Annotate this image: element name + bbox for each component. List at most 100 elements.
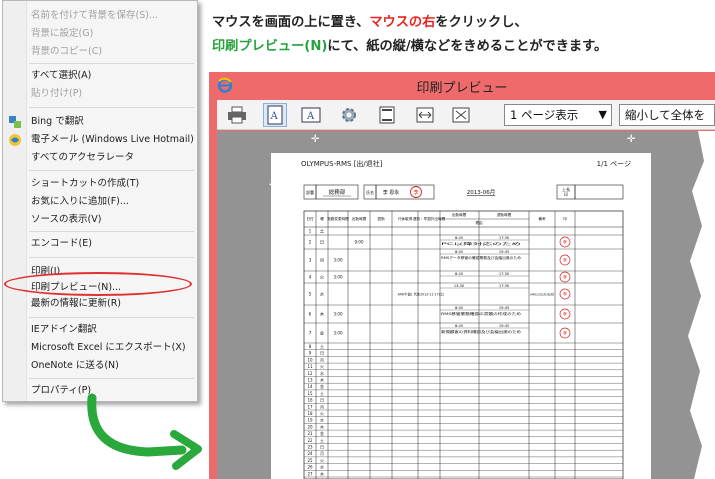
row-weekday: 土 bbox=[320, 437, 324, 443]
menu-separator bbox=[29, 170, 194, 171]
row-weekday: 木 bbox=[320, 423, 324, 429]
menu-item-ie-addon-translate[interactable]: IEアドイン翻訳 bbox=[31, 321, 97, 339]
menu-item-refresh[interactable]: 最新の情報に更新(R) bbox=[31, 295, 121, 313]
view-mode-select[interactable]: 1 ページ表示 ▼ bbox=[504, 104, 612, 126]
menu-item-send-onenote[interactable]: OneNote に送る(N) bbox=[31, 357, 119, 375]
instruction-line-1: マウスを画面の上に置き、マウスの右をクリックし、 bbox=[212, 14, 528, 32]
row-note: AM半休 2013年11月17日の代休 bbox=[530, 292, 554, 297]
preview-area: ✛ ✛ ✛ OLYMPUS-RMS [出/退社] 1/1 ページ 部署総務部氏名… bbox=[217, 131, 715, 479]
menu-separator bbox=[29, 317, 194, 318]
menu-item-encoding[interactable]: エンコード(E) bbox=[31, 235, 92, 253]
menu-item-email[interactable]: 電子メール (Windows Live Hotmail) bbox=[31, 131, 194, 149]
name-label: 氏名 bbox=[366, 189, 374, 195]
seal-text: 李 bbox=[563, 291, 568, 297]
table-header-cell: 印 bbox=[563, 216, 567, 221]
row-date: 6 bbox=[309, 312, 312, 317]
row-weekday: 火 bbox=[320, 458, 324, 463]
table-header-cell: 代休取得 bbox=[398, 216, 413, 221]
margin-handle-right[interactable]: ✛ bbox=[627, 134, 636, 145]
row-reason: 新規顧客の資料確認及び会議出席のため bbox=[441, 329, 522, 334]
full-width-icon bbox=[416, 107, 434, 123]
row-weekday: 日 bbox=[320, 240, 324, 246]
table-header-cell: 備考 bbox=[538, 216, 546, 221]
menu-item-save-background[interactable]: 名前を付けて背景を保存(S)... bbox=[31, 7, 158, 25]
row-weekday: 木 bbox=[320, 470, 324, 476]
menu-item-create-shortcut[interactable]: ショートカットの作成(T) bbox=[31, 175, 139, 193]
instruction-highlight-right-click: マウスの右 bbox=[369, 15, 436, 30]
full-page-icon bbox=[452, 107, 470, 123]
full-width-button[interactable] bbox=[413, 103, 437, 127]
row-in-time: 8:45 bbox=[455, 250, 463, 254]
zoom-value: 縮小して全体を bbox=[625, 108, 706, 122]
row-weekday: 水 bbox=[320, 417, 324, 423]
header-footer-button[interactable] bbox=[375, 103, 399, 127]
table-header-cell: 遅刻・早退外出時間 bbox=[413, 216, 446, 221]
row-reason: RMSデータ移管の確認業務及び会議出席のため bbox=[441, 255, 522, 260]
row-date: 12 bbox=[307, 371, 313, 376]
table-header-cell: 勤務変更時間 bbox=[327, 216, 349, 221]
green-curved-arrow-icon bbox=[87, 393, 202, 470]
table-header-cell: 日付 bbox=[306, 216, 314, 221]
menu-item-export-excel[interactable]: Microsoft Excel にエクスポート(X) bbox=[31, 339, 186, 357]
menu-item-all-accelerators[interactable]: すべてのアクセラレータ bbox=[31, 149, 134, 167]
zoom-select[interactable]: 縮小して全体を bbox=[619, 104, 715, 126]
row-weekday: 水 bbox=[320, 464, 324, 470]
full-page-button[interactable] bbox=[449, 103, 473, 127]
row-weekday: 土 bbox=[320, 390, 324, 396]
row-date: 11 bbox=[307, 364, 313, 369]
printer-icon bbox=[228, 106, 246, 124]
row-weekday: 日 bbox=[320, 398, 324, 403]
row-out-time: 19:45 bbox=[499, 306, 509, 310]
margin-handle-left[interactable]: ✛ bbox=[311, 134, 320, 145]
window-titlebar: 印刷プレビュー bbox=[209, 72, 715, 100]
context-menu: 名前を付けて背景を保存(S)... 背景に設定(G) 背景のコピー(C) すべて… bbox=[2, 0, 198, 402]
row-change-time: 3:00 bbox=[334, 275, 343, 280]
row-date: 22 bbox=[307, 438, 313, 443]
row-weekday: 木 bbox=[320, 377, 324, 383]
menu-separator bbox=[29, 378, 194, 379]
attendance-form: 部署 総務部 氏名李 恩永李 2013-06月上長印日付曜勤務変更時間 出勤時間 退勤 代休… bbox=[303, 184, 624, 479]
row-leave: AM(午前) bbox=[398, 292, 413, 297]
portrait-page-icon: A bbox=[267, 105, 283, 125]
boss-sub: 印 bbox=[564, 191, 568, 197]
seal-text: 李 bbox=[563, 274, 568, 280]
row-out-time: 17:30 bbox=[499, 272, 510, 276]
header-footer-icon bbox=[379, 106, 395, 124]
portrait-button[interactable]: A bbox=[263, 103, 287, 127]
row-weekday: 金 bbox=[320, 330, 325, 336]
menu-item-view-source[interactable]: ソースの表示(V) bbox=[31, 211, 101, 229]
dept-label: 部署 bbox=[306, 189, 314, 195]
menu-item-paste[interactable]: 貼り付け(P) bbox=[31, 85, 82, 103]
row-weekday: 月 bbox=[320, 404, 324, 409]
seal-text: 李 bbox=[413, 189, 418, 196]
row-out-time: 17:30 bbox=[499, 284, 510, 288]
menu-separator bbox=[29, 257, 194, 258]
table-header-cell: 退勤 bbox=[377, 216, 385, 221]
preview-toolbar: A A 1 ページ表示 ▼ 縮小して全体を bbox=[217, 100, 715, 130]
row-in-time: 8:45 bbox=[455, 324, 463, 328]
print-button[interactable] bbox=[225, 103, 249, 127]
menu-separator bbox=[29, 231, 194, 232]
table-header-reason: 理由 bbox=[475, 220, 483, 225]
menu-item-bing-translate[interactable]: Bing で翻訳 bbox=[31, 113, 84, 131]
row-reason: RMS移管業務確認の書類の作成のため bbox=[441, 311, 522, 316]
name-value: 李 恩永 bbox=[383, 189, 400, 196]
menu-item-select-all[interactable]: すべて選択(A) bbox=[31, 67, 91, 85]
table-header-cell: 出勤時間 bbox=[352, 216, 367, 221]
dept-value: 総務部 bbox=[329, 188, 346, 196]
row-date: 13 bbox=[307, 378, 313, 383]
menu-item-copy-background[interactable]: 背景のコピー(C) bbox=[31, 43, 102, 61]
screenshot: 名前を付けて背景を保存(S)... 背景に設定(G) 背景のコピー(C) すべて… bbox=[0, 0, 715, 479]
table-header-cell: 曜 bbox=[320, 217, 324, 221]
row-date: 10 bbox=[307, 357, 313, 362]
row-weekday: 日 bbox=[320, 445, 324, 450]
row-date: 23 bbox=[307, 445, 313, 450]
page-setup-button[interactable] bbox=[337, 103, 361, 127]
gear-icon bbox=[342, 108, 356, 122]
preview-page: OLYMPUS-RMS [出/退社] 1/1 ページ 部署 総務部 氏名李 恩永李 2… bbox=[271, 153, 651, 479]
menu-item-set-background[interactable]: 背景に設定(G) bbox=[31, 25, 93, 43]
landscape-button[interactable]: A bbox=[299, 103, 323, 127]
row-change-time: 3:00 bbox=[334, 331, 343, 336]
menu-item-add-favorites[interactable]: お気に入りに追加(F)... bbox=[31, 193, 129, 211]
row-out-time: 19:45 bbox=[499, 324, 509, 328]
